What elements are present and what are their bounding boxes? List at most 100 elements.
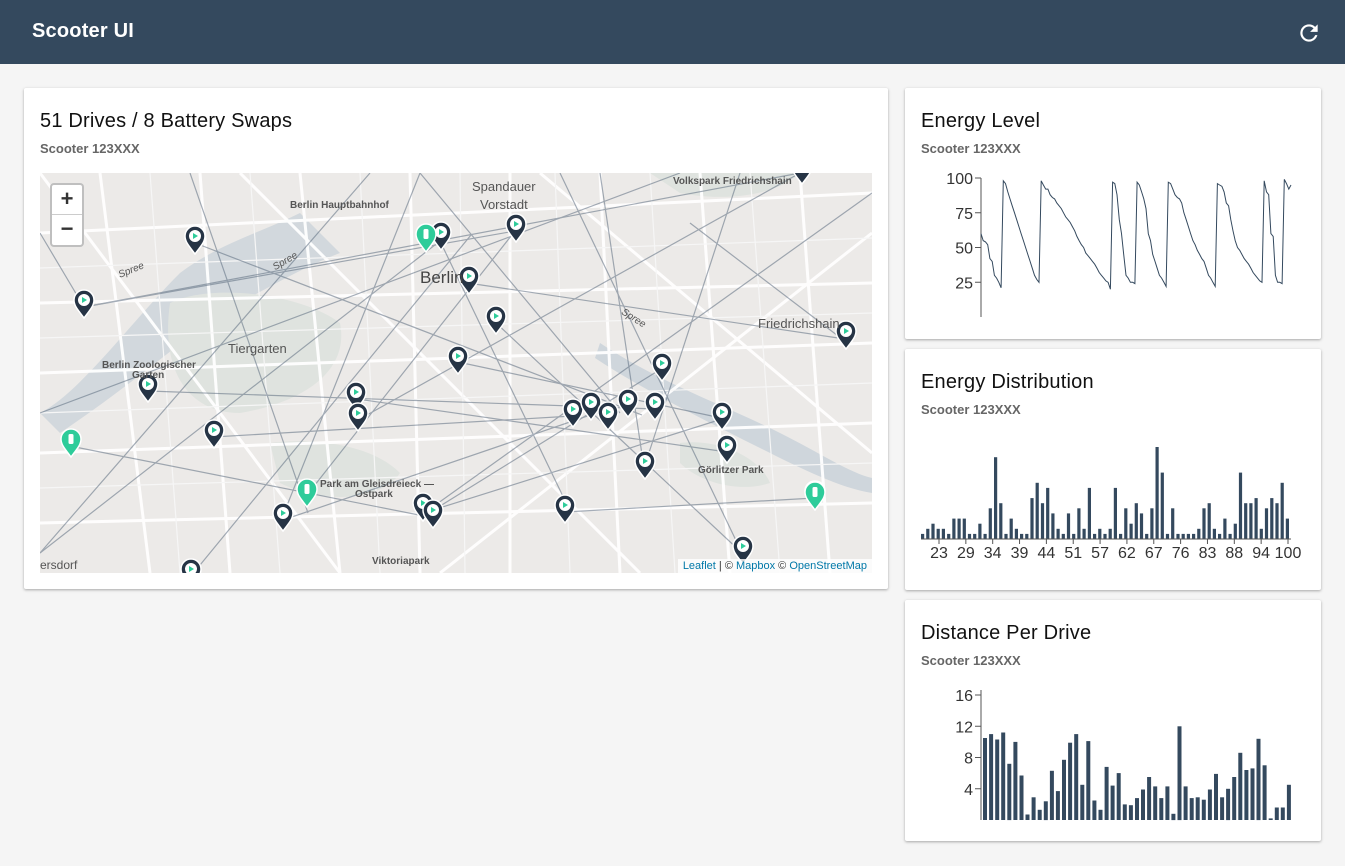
distribution-bar — [1181, 533, 1185, 539]
distribution-bar — [1280, 482, 1284, 539]
distance-bar — [1025, 814, 1030, 820]
distance-bar — [1165, 786, 1170, 820]
distance-bar — [1286, 784, 1291, 820]
distribution-bar — [1014, 528, 1018, 539]
app-bar: Scooter UI — [0, 0, 1345, 64]
drive-marker[interactable] — [644, 391, 666, 422]
energy-level-card: Energy Level Scooter 123XXX 25 50 75 100 — [905, 88, 1321, 339]
distribution-bar — [1134, 503, 1138, 539]
distance-bar — [1280, 807, 1285, 820]
distribution-bar — [1077, 508, 1081, 539]
distance-bar — [1268, 818, 1273, 820]
distribution-bar — [1150, 508, 1154, 539]
distribution-bar — [1223, 518, 1227, 539]
distribution-x-tick-label: 34 — [984, 545, 1002, 562]
drive-marker[interactable] — [447, 345, 469, 376]
distance-bar — [1250, 768, 1255, 820]
drive-marker[interactable] — [184, 225, 206, 256]
distance-bar — [989, 734, 994, 820]
distribution-bar — [1139, 513, 1144, 539]
distance-y-tick-label: 12 — [955, 719, 973, 736]
distribution-bar — [1285, 518, 1289, 539]
map-label-goerlitzer: Görlitzer Park — [698, 465, 764, 476]
distance-bar — [1055, 791, 1060, 820]
distance-bar — [1080, 784, 1085, 820]
energy-y-tick-label: 100 — [946, 171, 973, 188]
distance-bar — [1031, 797, 1036, 820]
distribution-bar — [983, 533, 987, 539]
distance-bar — [1068, 742, 1073, 820]
distribution-bar — [1113, 487, 1117, 539]
zoom-out-button[interactable]: − — [52, 215, 82, 245]
map-attribution: Leaflet | © Mapbox © OpenStreetMap — [677, 559, 872, 573]
distribution-bar — [1009, 518, 1013, 539]
energy-level-chart: 25 50 75 100 — [946, 171, 1292, 317]
distribution-bar — [1202, 508, 1206, 539]
drive-marker[interactable] — [422, 499, 444, 530]
drive-marker[interactable] — [73, 289, 95, 320]
distance-bar — [1013, 741, 1018, 820]
drive-marker[interactable] — [347, 402, 369, 433]
openstreetmap-link[interactable]: OpenStreetMap — [789, 560, 867, 572]
distribution-bar — [962, 518, 966, 539]
distribution-bar — [1238, 472, 1243, 539]
distribution-bar — [957, 518, 961, 539]
drive-marker[interactable] — [597, 401, 619, 432]
drives-map[interactable]: Volkspark Friedrichshain Spandauer Vorst… — [40, 173, 872, 573]
distance-bar — [1189, 798, 1194, 820]
distribution-x-tick-label: 23 — [930, 545, 948, 562]
distance-per-drive-card: Distance Per Drive Scooter 123XXX 4 8 12 16 — [905, 600, 1321, 841]
zoom-in-button[interactable]: + — [52, 185, 82, 215]
drive-marker[interactable] — [180, 558, 202, 573]
distribution-bar — [1082, 528, 1086, 539]
energy-level-line — [980, 179, 1292, 290]
distribution-bar — [1165, 533, 1170, 539]
mapbox-link[interactable]: Mapbox — [736, 560, 775, 572]
leaflet-link[interactable]: Leaflet — [683, 560, 716, 572]
map-label-vorstadt: Vorstadt — [480, 197, 528, 212]
distribution-bar — [1254, 498, 1258, 539]
distance-per-drive-chart: 4 8 12 16 — [955, 688, 1291, 821]
zoom-control: + − — [50, 183, 84, 247]
app-title: Scooter UI — [32, 20, 135, 42]
distribution-bar — [1004, 533, 1008, 539]
drive-marker[interactable] — [634, 450, 656, 481]
refresh-icon[interactable] — [1296, 20, 1322, 46]
distance-bar — [1141, 789, 1145, 820]
distribution-bar — [994, 457, 998, 539]
distance-bar — [1256, 738, 1261, 821]
drive-marker[interactable] — [554, 494, 576, 525]
distance-bar — [995, 739, 1000, 820]
distance-bar — [1262, 765, 1267, 820]
distribution-bar — [1207, 503, 1211, 539]
distribution-bar — [1108, 528, 1112, 539]
distance-bar — [1019, 775, 1024, 820]
energy-y-tick-label: 75 — [955, 206, 973, 223]
distance-bar — [1128, 805, 1133, 820]
distribution-bar — [1197, 528, 1201, 539]
distribution-bar — [1035, 482, 1039, 539]
map-label-zoo-2: Garten — [132, 370, 165, 381]
distance-bar — [1244, 770, 1249, 820]
distribution-bar — [1030, 498, 1034, 539]
distance-y-tick-label: 16 — [955, 688, 973, 705]
distribution-bar — [1051, 513, 1055, 539]
battery-swap-marker[interactable] — [296, 478, 318, 509]
distance-bar — [1043, 801, 1048, 821]
map-label-friedrichshain: Friedrichshain — [758, 316, 840, 331]
distance-bar — [1122, 804, 1127, 820]
map-label-viktoriapark: Viktoriapark — [372, 556, 430, 567]
distance-bar — [1226, 788, 1231, 821]
map-card-subtitle: Scooter 123XXX — [40, 141, 140, 156]
distribution-bar — [947, 533, 951, 539]
distribution-bar — [1192, 533, 1196, 539]
drive-marker[interactable] — [792, 173, 812, 186]
map-label-tiergarten: Tiergarten — [228, 341, 287, 356]
distance-bar — [1092, 800, 1097, 820]
distribution-bar — [1087, 487, 1091, 539]
distance-bar — [1207, 789, 1212, 820]
attribution-separator-1: | © — [715, 560, 736, 572]
distribution-x-tick-label: 44 — [1037, 545, 1055, 562]
map-label-volkspark: Volkspark Friedrichshain — [673, 176, 792, 187]
distance-bar — [1232, 777, 1237, 820]
